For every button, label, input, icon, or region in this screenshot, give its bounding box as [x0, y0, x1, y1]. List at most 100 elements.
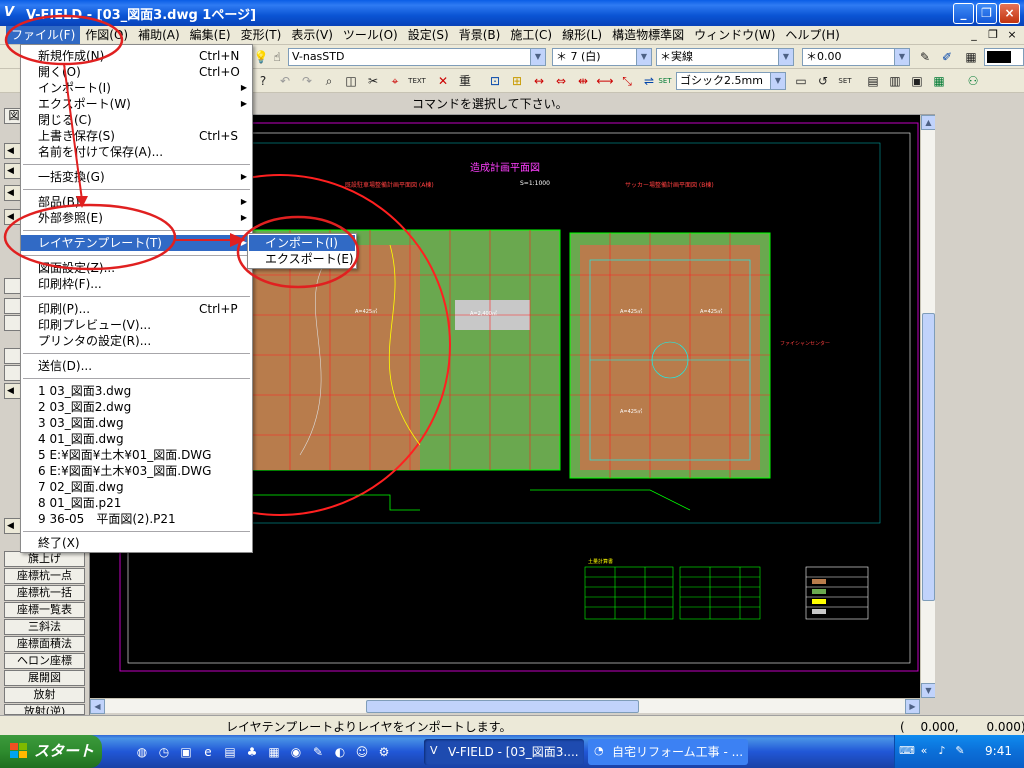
menu-print-preview[interactable]: 印刷プレビュー(V)... [21, 317, 252, 333]
flag-button[interactable]: 旗上げ [4, 551, 85, 567]
quicklaunch-app-icon[interactable]: ▣ [178, 744, 194, 760]
menu-file[interactable]: ファイル(F) [6, 26, 81, 44]
snap-icon[interactable]: ⊡ [486, 72, 504, 90]
minimize-icon[interactable]: _ [953, 3, 974, 24]
font-select[interactable]: ゴシック2.5mm ▼ [676, 72, 786, 90]
triangle-method-button[interactable]: 三斜法 [4, 619, 85, 635]
quicklaunch-ie-icon[interactable]: e [200, 744, 216, 760]
menu-print-frame[interactable]: 印刷枠(F)... [21, 276, 252, 292]
tray-expand-icon[interactable]: « [917, 744, 931, 758]
menu-import[interactable]: インポート(I) ▶ [21, 80, 252, 96]
menu-batch-convert[interactable]: 一括変換(G) ▶ [21, 169, 252, 185]
mdi-minimize-icon[interactable]: _ [966, 27, 982, 43]
radial-button[interactable]: 放射 [4, 687, 85, 703]
close-icon[interactable]: × [999, 3, 1020, 24]
menu-structure-std[interactable]: 構造物標準図 [607, 26, 689, 44]
recent-file-item[interactable]: 6 E:¥図面¥土木¥03_図面.DWG [21, 463, 252, 479]
undo-icon[interactable]: ↶ [276, 72, 294, 90]
dim-h-icon[interactable]: ↔ [530, 72, 548, 90]
brush-set-icon[interactable]: ✐ [938, 48, 956, 66]
scroll-up-icon[interactable]: ▲ [921, 115, 936, 130]
coord-area-button[interactable]: 座標面積法 [4, 636, 85, 652]
scroll-down-icon[interactable]: ▼ [921, 683, 936, 698]
conf-set-icon[interactable]: SET [836, 72, 854, 90]
menu-transform[interactable]: 変形(T) [236, 26, 287, 44]
development-button[interactable]: 展開図 [4, 670, 85, 686]
menu-parts[interactable]: 部品(B) ▶ [21, 194, 252, 210]
recent-file-item[interactable]: 1 03_図面3.dwg [21, 383, 252, 399]
text-style-icon[interactable]: ▭ [792, 72, 810, 90]
recent-file-item[interactable]: 5 E:¥図面¥土木¥01_図面.DWG [21, 447, 252, 463]
quicklaunch-app-icon[interactable]: ✎ [310, 744, 326, 760]
snap-point-icon[interactable]: ⊞ [508, 72, 526, 90]
dim-a-icon[interactable]: ⇹ [574, 72, 592, 90]
grid-b-icon[interactable]: ▥ [886, 72, 904, 90]
quicklaunch-app-icon[interactable]: ▦ [266, 744, 282, 760]
coord-stake-single-button[interactable]: 座標杭一点 [4, 568, 85, 584]
menu-view[interactable]: 表示(V) [286, 26, 338, 44]
trim-icon[interactable]: ✂ [364, 72, 382, 90]
menu-layer-template[interactable]: レイヤテンプレート(T) ▶ [21, 235, 252, 251]
chevron-down-icon[interactable]: ▼ [770, 73, 785, 89]
menu-save-as[interactable]: 名前を付けて保存(A)... [21, 144, 252, 160]
mdi-close-icon[interactable]: × [1004, 27, 1020, 43]
eraser-icon[interactable]: ◫ [342, 72, 360, 90]
menu-settings[interactable]: 設定(S) [403, 26, 454, 44]
recent-file-item[interactable]: 7 02_図面.dwg [21, 479, 252, 495]
menu-save[interactable]: 上書き保存(S) Ctrl+S [21, 128, 252, 144]
linetype-select[interactable]: ＊実線 ▼ [656, 48, 794, 66]
vertical-scrollbar[interactable]: ▲ ▼ [920, 115, 936, 698]
menu-tools[interactable]: ツール(O) [338, 26, 403, 44]
volume-icon[interactable]: ♪ [935, 744, 949, 758]
palette-icon[interactable]: ▦ [962, 48, 980, 66]
menu-exit[interactable]: 終了(X) [21, 535, 252, 551]
calc-icon[interactable]: ▦ [930, 72, 948, 90]
task-reform[interactable]: ◔ 自宅リフォーム工事 - ... [588, 739, 748, 765]
quicklaunch-app-icon[interactable]: ♣ [244, 744, 260, 760]
menu-help[interactable]: ヘルプ(H) [780, 26, 844, 44]
quicklaunch-chat-icon[interactable]: ☺ [354, 744, 370, 760]
symbol-icon[interactable]: 重 [456, 72, 474, 90]
pen-icon[interactable]: ✎ [916, 48, 934, 66]
quicklaunch-app-icon[interactable]: ⚙ [376, 744, 392, 760]
coord-stake-batch-button[interactable]: 座標杭一括 [4, 585, 85, 601]
menu-printer-setup[interactable]: プリンタの設定(R)... [21, 333, 252, 349]
radial-reverse-button[interactable]: 放射(逆) [4, 704, 85, 715]
task-vfield[interactable]: V V-FIELD - [03_図面3.... [424, 739, 584, 765]
quicklaunch-app-icon[interactable]: ◉ [288, 744, 304, 760]
menu-background[interactable]: 背景(B) [454, 26, 506, 44]
menu-new[interactable]: 新規作成(N) Ctrl+N [21, 48, 252, 64]
quicklaunch-folder-icon[interactable]: ▤ [222, 744, 238, 760]
recent-file-item[interactable]: 3 03_図面.dwg [21, 415, 252, 431]
network-icon[interactable]: ⚇ [964, 72, 982, 90]
menu-close[interactable]: 閉じる(C) [21, 112, 252, 128]
menu-alignment[interactable]: 線形(L) [557, 26, 607, 44]
heron-coord-button[interactable]: ヘロン座標 [4, 653, 85, 669]
quicklaunch-firefox-icon[interactable]: ◐ [332, 744, 348, 760]
scroll-right-icon[interactable]: ▶ [905, 699, 920, 714]
menu-export[interactable]: エクスポート(W) ▶ [21, 96, 252, 112]
menu-send[interactable]: 送信(D)... [21, 358, 252, 374]
grid-a-icon[interactable]: ▤ [864, 72, 882, 90]
chevron-down-icon[interactable]: ▼ [778, 49, 793, 65]
start-button[interactable]: スタート [0, 735, 102, 768]
submenu-import[interactable]: インポート(I) [249, 235, 355, 251]
quicklaunch-clock-icon[interactable]: ◷ [156, 744, 172, 760]
menu-xref[interactable]: 外部参照(E) ▶ [21, 210, 252, 226]
dim-r-icon[interactable]: ⟷ [596, 72, 614, 90]
hand-icon[interactable]: ☝ [268, 48, 286, 66]
rotate-text-icon[interactable]: ↺ [814, 72, 832, 90]
chevron-down-icon[interactable]: ▼ [530, 49, 545, 65]
set-icon[interactable]: SET [656, 72, 674, 90]
redo-icon[interactable]: ↷ [298, 72, 316, 90]
measure-icon[interactable]: ⌖ [386, 72, 404, 90]
zoom-icon[interactable]: ⌕ [320, 72, 338, 90]
chevron-down-icon[interactable]: ▼ [636, 49, 651, 65]
recent-file-item[interactable]: 8 01_図面.p21 [21, 495, 252, 511]
layer-select[interactable]: V-nasSTD ▼ [288, 48, 546, 66]
recent-file-item[interactable]: 2 03_図面2.dwg [21, 399, 252, 415]
submenu-export[interactable]: エクスポート(E) [249, 251, 355, 267]
recent-file-item[interactable]: 9 36-05 平面図(2).P21 [21, 511, 252, 527]
delete-icon[interactable]: ✕ [434, 72, 452, 90]
text-icon[interactable]: TEXT [408, 72, 426, 90]
